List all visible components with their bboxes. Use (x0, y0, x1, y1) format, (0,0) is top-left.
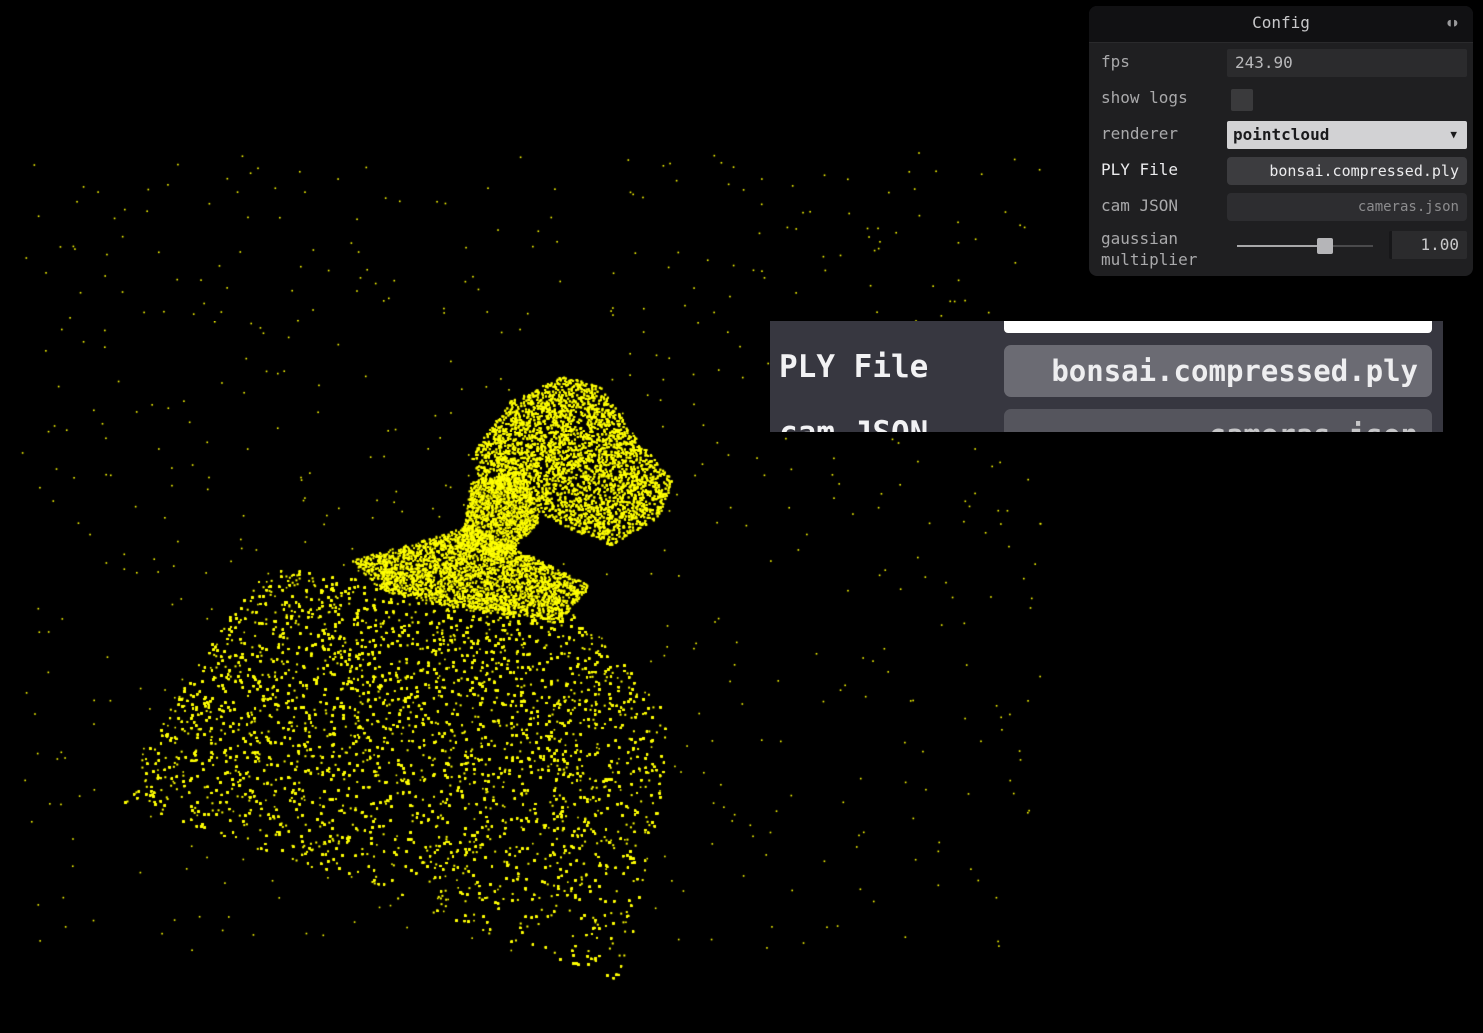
renderer-row: renderer pointcloud ▼ (1089, 118, 1473, 150)
fps-field: 243.90 (1227, 49, 1467, 77)
gaussian-multiplier-label: gaussian multiplier (1101, 229, 1198, 269)
renderer-label: renderer (1101, 124, 1179, 143)
renderer-selected-value: pointcloud (1233, 125, 1330, 144)
zoom-ply-file-button: bonsai.compressed.ply (1004, 345, 1432, 397)
cam-json-button[interactable]: cameras.json (1227, 193, 1467, 221)
cam-json-label: cam JSON (1101, 196, 1179, 215)
config-title-bar[interactable]: Config ◖◗ (1089, 6, 1473, 43)
fps-label: fps (1101, 52, 1130, 71)
cam-json-row: cam JSON cameras.json (1089, 190, 1473, 222)
zoom-cam-json-label: cam JSON (779, 415, 928, 432)
collapse-icon[interactable]: ◖◗ (1446, 6, 1459, 40)
show-logs-label: show logs (1101, 88, 1188, 107)
zoom-renderer-select-edge (1004, 321, 1432, 333)
show-logs-checkbox[interactable] (1231, 89, 1253, 111)
zoom-inset: PLY File bonsai.compressed.ply cam JSON … (770, 321, 1443, 432)
zoom-cam-json-button: cameras.json (1004, 409, 1432, 432)
slider-fill (1237, 245, 1326, 247)
zoom-ply-file-label: PLY File (779, 349, 929, 385)
gaussian-multiplier-input[interactable]: 1.00 (1389, 231, 1467, 259)
gaussian-multiplier-slider[interactable] (1237, 238, 1373, 254)
ply-file-row: PLY File bonsai.compressed.ply (1089, 154, 1473, 186)
renderer-select[interactable]: pointcloud ▼ (1227, 121, 1467, 149)
chevron-down-icon: ▼ (1450, 128, 1457, 141)
ply-file-button[interactable]: bonsai.compressed.ply (1227, 157, 1467, 185)
gaussian-multiplier-row: gaussian multiplier 1.00 (1089, 228, 1473, 276)
fps-row: fps 243.90 (1089, 46, 1473, 78)
config-title: Config (1252, 13, 1310, 32)
config-panel: Config ◖◗ fps 243.90 show logs renderer … (1089, 6, 1473, 276)
slider-thumb[interactable] (1317, 238, 1334, 254)
ply-file-label: PLY File (1101, 160, 1179, 179)
show-logs-row: show logs (1089, 82, 1473, 114)
